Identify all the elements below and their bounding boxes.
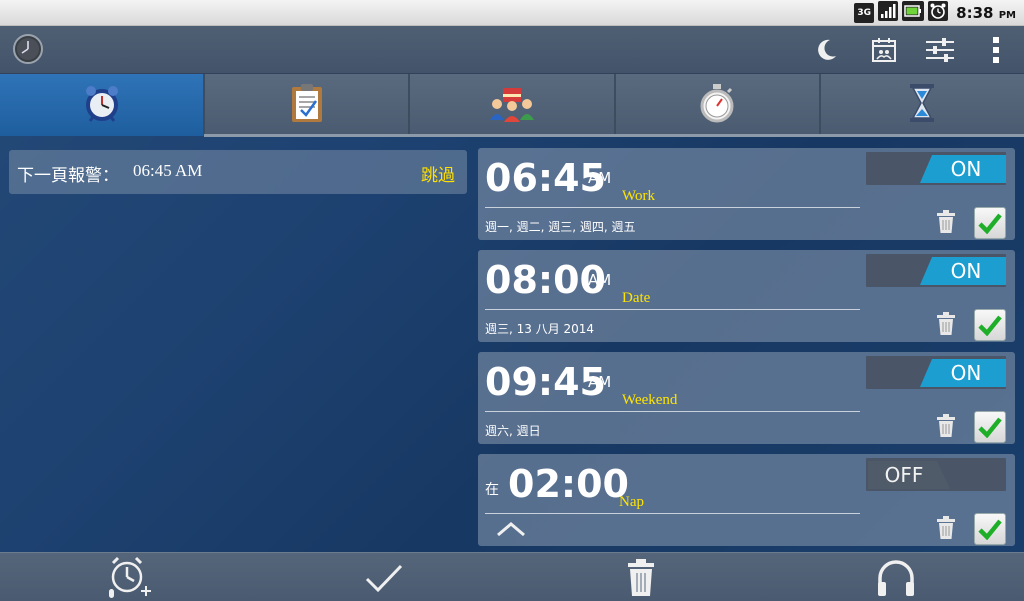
status-time: 8:38 PM [956, 3, 1016, 22]
chevron-up-icon[interactable] [496, 521, 526, 537]
delete-alarm-icon[interactable] [935, 414, 957, 438]
confirm-button[interactable] [360, 555, 408, 601]
tab-timer[interactable] [820, 74, 1024, 136]
bottom-bar [0, 552, 1024, 601]
delete-button[interactable] [617, 555, 665, 601]
tab-alarms[interactable] [0, 74, 206, 136]
headphones-icon [878, 560, 914, 596]
alarm-repeat-days: 週六, 週日 [485, 424, 541, 438]
headphones-button[interactable] [872, 555, 920, 601]
alarm-enabled-checkbox[interactable] [974, 207, 1006, 239]
toggle-off-label: OFF [868, 461, 950, 489]
clipboard-icon [289, 83, 325, 127]
checkmark-icon [978, 519, 1002, 540]
checkmark-icon [978, 315, 1002, 336]
alarm-ampm: AM [588, 271, 612, 289]
alarm-card[interactable]: 09:45 AM Weekend 週六, 週日 ON [478, 352, 1015, 444]
divider [485, 411, 860, 412]
alarm-repeat-days: 週一, 週二, 週三, 週四, 週五 [485, 220, 636, 234]
calendar-icon[interactable] [866, 32, 902, 68]
alarm-toggle[interactable]: ON [866, 356, 1006, 389]
alarm-toggle[interactable]: OFF [866, 458, 1006, 491]
toggle-on-label: ON [920, 257, 1006, 285]
alarm-label: Nap [619, 494, 644, 510]
delete-alarm-icon[interactable] [935, 516, 957, 540]
tab-bar [0, 74, 1024, 136]
alarm-label: Weekend [622, 392, 678, 408]
alarm-status-icon [928, 0, 949, 25]
toggle-on-label: ON [920, 155, 1006, 183]
alarm-clock-icon [82, 83, 122, 127]
alarm-ampm: AM [588, 169, 612, 187]
delete-alarm-icon[interactable] [935, 210, 957, 234]
alarm-label: Work [622, 188, 655, 204]
toggle-on-label: ON [920, 359, 1006, 387]
alarm-ampm: AM [588, 373, 612, 391]
divider [485, 513, 860, 514]
status-icons: 3G 8:38 PM [854, 0, 1016, 25]
battery-icon [902, 0, 925, 25]
alarm-toggle[interactable]: ON [866, 254, 1006, 287]
alarm-card[interactable]: 06:45 AM Work 週一, 週二, 週三, 週四, 週五 ON [478, 148, 1015, 240]
alarm-label: Date [622, 290, 651, 306]
alarm-enabled-checkbox[interactable] [974, 309, 1006, 341]
sliders-icon[interactable] [922, 32, 958, 68]
status-bar: 3G 8:38 PM [0, 0, 1024, 26]
moon-icon[interactable] [808, 32, 844, 68]
alarm-repeat-days: 週三, 13 八月 2014 [485, 322, 595, 336]
alarm-toggle[interactable]: ON [866, 152, 1006, 185]
next-alarm-label: 下一頁報警： [17, 166, 119, 185]
alarm-time: 02:00 [508, 462, 629, 506]
alarm-enabled-checkbox[interactable] [974, 411, 1006, 443]
add-voice-alarm-button[interactable] [105, 555, 153, 601]
alarm-card[interactable]: 在 02:00 Nap OFF [478, 454, 1015, 546]
hourglass-icon [907, 83, 937, 127]
action-bar [0, 26, 1024, 74]
checkmark-icon [978, 417, 1002, 438]
tab-tasks[interactable] [205, 74, 411, 136]
alarm-prefix: 在 [485, 482, 499, 498]
trash-icon [628, 559, 654, 596]
divider [485, 207, 860, 208]
next-alarm-time: 06:45 AM [133, 161, 203, 180]
network-3g-icon: 3G [854, 2, 875, 23]
overflow-menu-icon[interactable] [978, 32, 1014, 68]
signal-icon [878, 0, 899, 25]
tab-birthdays[interactable] [410, 74, 616, 136]
clock-icon[interactable] [12, 33, 44, 65]
add-voice-alarm-icon [109, 556, 151, 598]
tab-divider [204, 134, 1024, 137]
tab-stopwatch[interactable] [615, 74, 821, 136]
divider [485, 309, 860, 310]
checkmark-icon [978, 213, 1002, 234]
delete-alarm-icon[interactable] [935, 312, 957, 336]
skip-button[interactable]: 跳過 [421, 161, 455, 186]
checkmark-icon [365, 564, 403, 593]
next-alarm-panel: 下一頁報警： 06:45 AM 跳過 [9, 150, 467, 194]
alarm-enabled-checkbox[interactable] [974, 513, 1006, 545]
stopwatch-icon [698, 83, 736, 127]
alarm-card[interactable]: 08:00 AM Date 週三, 13 八月 2014 ON [478, 250, 1015, 342]
birthday-icon [489, 84, 535, 126]
